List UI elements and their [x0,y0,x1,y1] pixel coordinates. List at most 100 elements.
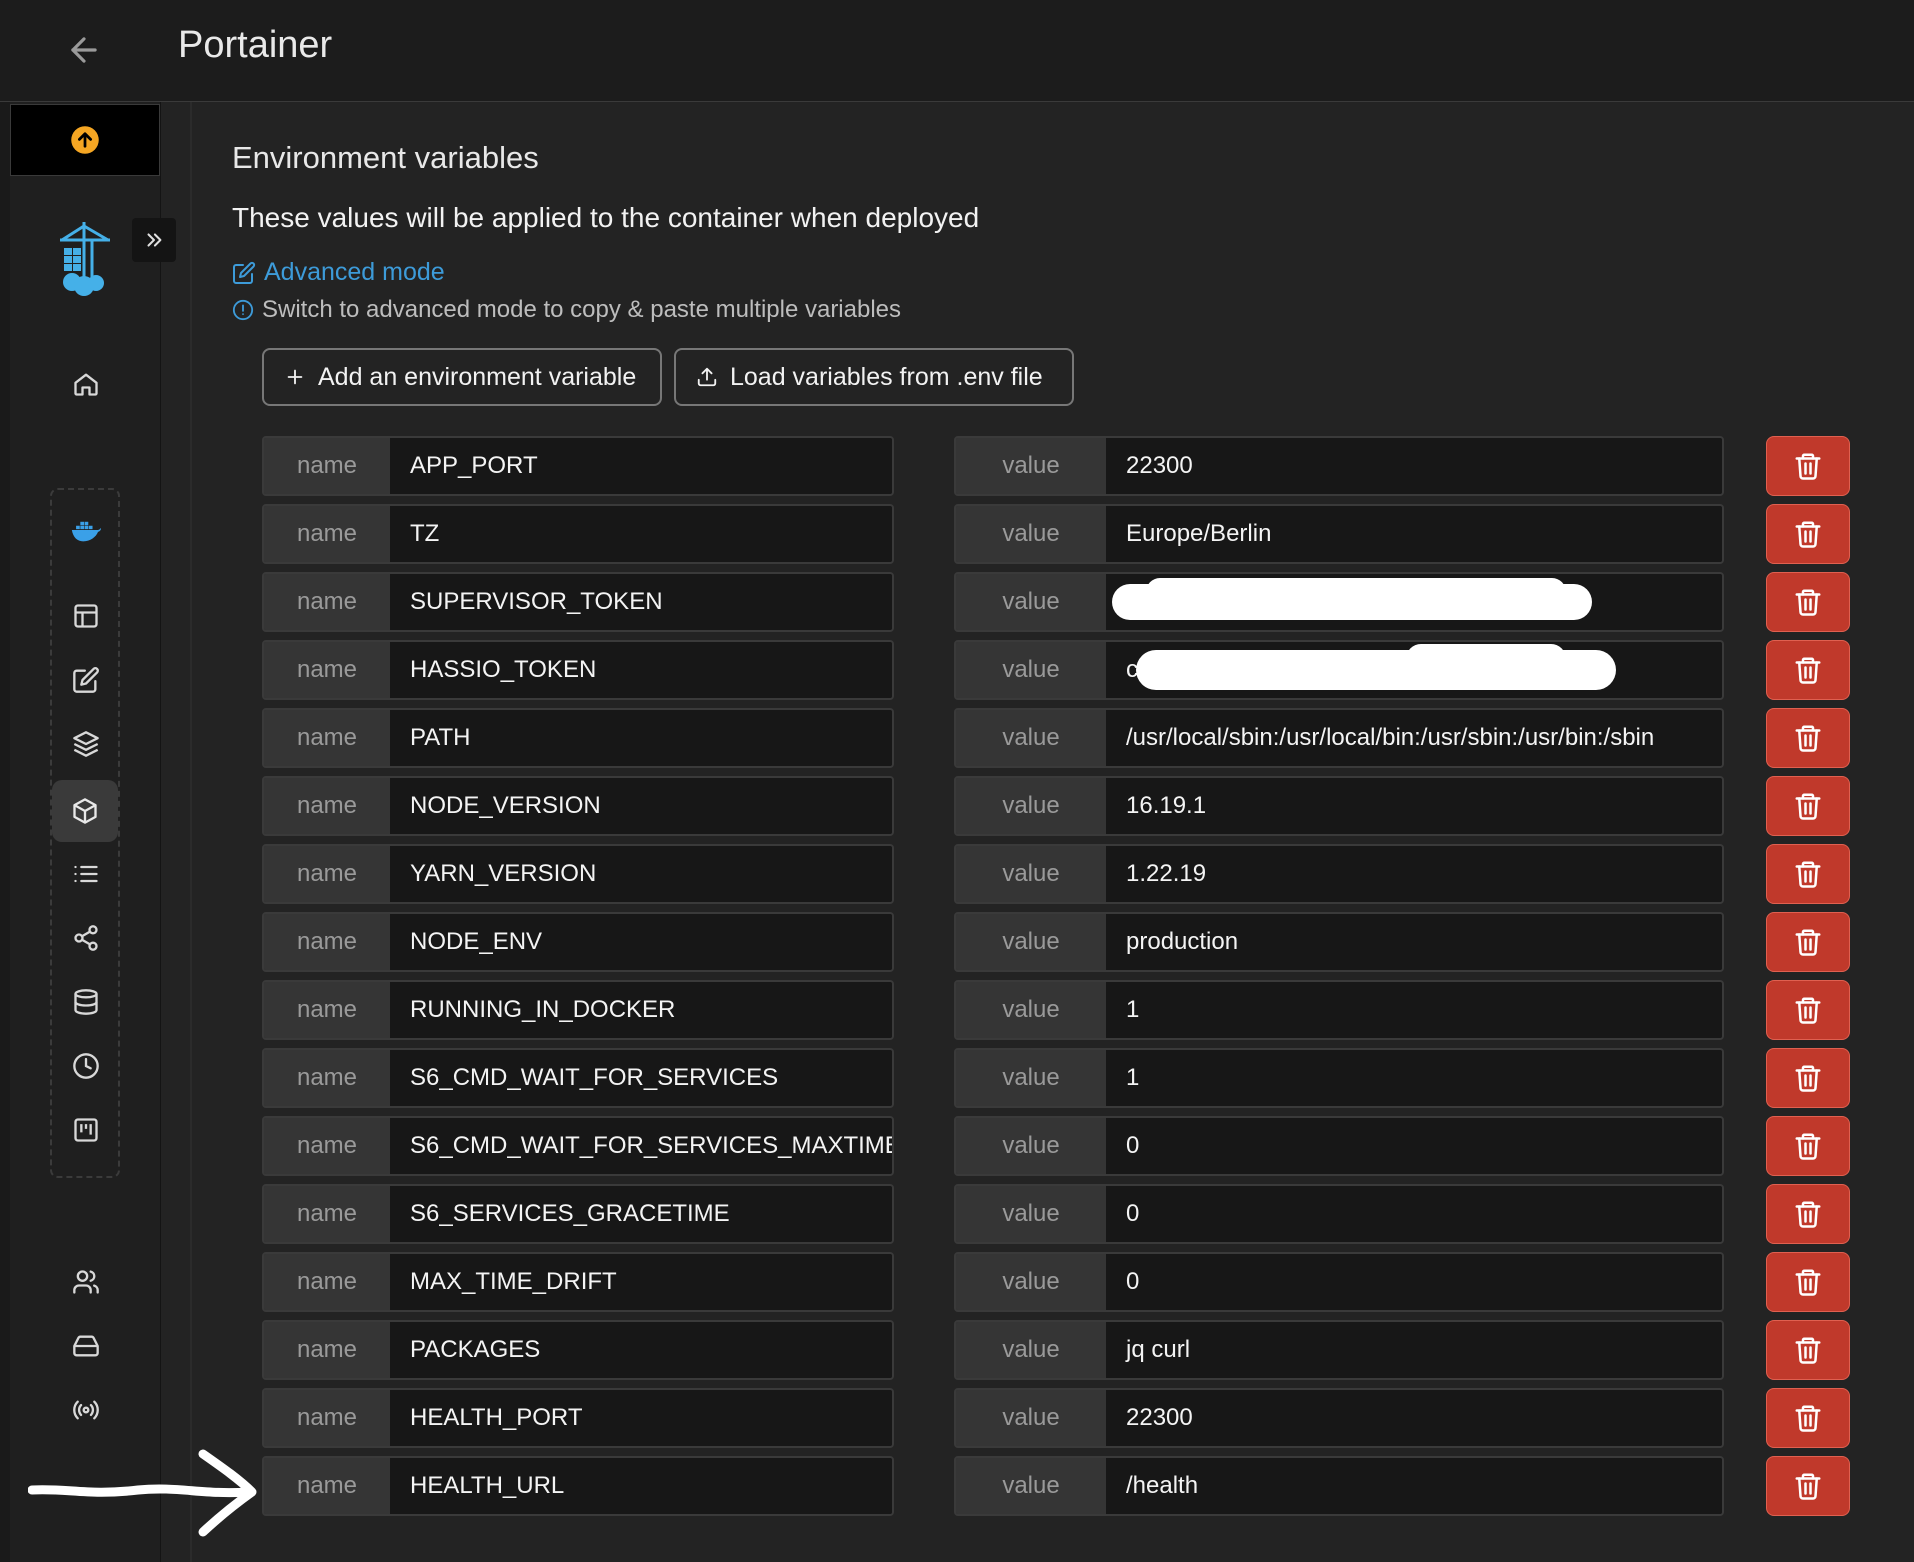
arrow-up-circle-icon [71,126,99,154]
env-value-group: value 22300 [954,1388,1724,1448]
env-value-input[interactable]: cz [1106,642,1722,698]
nav-networks[interactable] [58,910,114,966]
env-name-input[interactable]: MAX_TIME_DRIFT [390,1254,892,1310]
delete-env-variable-button[interactable] [1766,1320,1850,1380]
env-name-input[interactable]: APP_PORT [390,438,892,494]
nav-home[interactable] [58,356,114,412]
env-value-group: value 0 [954,1116,1724,1176]
clock-icon [73,1053,99,1079]
env-name-input[interactable]: S6_CMD_WAIT_FOR_SERVICES_MAXTIME [390,1118,892,1174]
env-value-input[interactable]: 0 [1106,1186,1722,1242]
docker-icon [71,521,101,542]
nav-images[interactable] [58,846,114,902]
delete-env-variable-button[interactable] [1766,844,1850,904]
nav-templates[interactable] [58,652,114,708]
delete-env-variable-button[interactable] [1766,1252,1850,1312]
env-variable-row: name APP_PORT value 22300 [262,436,1902,504]
env-name-input[interactable]: RUNNING_IN_DOCKER [390,982,892,1038]
nav-environments[interactable] [58,1318,114,1374]
value-addon: value [956,1186,1106,1242]
back-button[interactable] [56,22,112,78]
env-name-input[interactable]: HEALTH_PORT [390,1390,892,1446]
value-addon: value [956,914,1106,970]
env-value-input[interactable]: 22300 [1106,438,1722,494]
trash-icon [1795,589,1821,616]
value-addon: value [956,778,1106,834]
nav-events[interactable] [58,1038,114,1094]
name-addon: name [264,438,390,494]
env-value-input[interactable]: 22300 [1106,1390,1722,1446]
env-name-input[interactable]: TZ [390,506,892,562]
env-name-group: name APP_PORT [262,436,894,496]
nav-stacks[interactable] [58,716,114,772]
portainer-logo[interactable] [54,218,118,298]
env-value-input[interactable]: production [1106,914,1722,970]
delete-env-variable-button[interactable] [1766,980,1850,1040]
nav-containers[interactable] [52,780,118,842]
env-variable-row: name S6_SERVICES_GRACETIME value 0 [262,1184,1902,1252]
env-value-input[interactable]: 0 [1106,1118,1722,1174]
trash-icon [1795,1133,1821,1160]
env-variable-row: name RUNNING_IN_DOCKER value 1 [262,980,1902,1048]
trash-icon [1795,1269,1821,1296]
env-name-input[interactable]: SUPERVISOR_TOKEN [390,574,892,630]
env-name-group: name YARN_VERSION [262,844,894,904]
double-chevron-right-icon [147,233,162,247]
nav-host[interactable] [58,1102,114,1158]
env-name-input[interactable]: PACKAGES [390,1322,892,1378]
trash-icon [1795,1337,1821,1364]
add-env-variable-button[interactable]: Add an environment variable [262,348,662,406]
cube-icon [73,798,97,824]
env-name-input[interactable]: HASSIO_TOKEN [390,642,892,698]
load-env-file-button[interactable]: Load variables from .env file [674,348,1074,406]
env-value-input[interactable] [1106,574,1722,630]
name-addon: name [264,1254,390,1310]
env-value-input[interactable]: 1 [1106,1050,1722,1106]
delete-env-variable-button[interactable] [1766,504,1850,564]
expand-sidebar-button[interactable] [132,218,176,262]
trash-icon [1795,997,1821,1024]
delete-env-variable-button[interactable] [1766,1456,1850,1516]
value-addon: value [956,1118,1106,1174]
delete-env-variable-button[interactable] [1766,1388,1850,1448]
env-value-group: value 0 [954,1252,1724,1312]
nav-dashboard[interactable] [58,588,114,644]
update-notice[interactable] [10,104,160,176]
nav-users[interactable] [58,1254,114,1310]
env-name-input[interactable]: NODE_ENV [390,914,892,970]
env-value-input[interactable]: 1.22.19 [1106,846,1722,902]
info-icon [232,299,254,321]
advanced-mode-link[interactable]: Advanced mode [232,258,445,287]
env-value-group: value 16.19.1 [954,776,1724,836]
delete-env-variable-button[interactable] [1766,776,1850,836]
env-value-input[interactable]: 0 [1106,1254,1722,1310]
delete-env-variable-button[interactable] [1766,640,1850,700]
nav-docker[interactable] [58,502,114,558]
delete-env-variable-button[interactable] [1766,1116,1850,1176]
env-value-input[interactable]: Europe/Berlin [1106,506,1722,562]
delete-env-variable-button[interactable] [1766,436,1850,496]
env-name-input[interactable]: S6_SERVICES_GRACETIME [390,1186,892,1242]
nav-edge-compute[interactable] [58,1382,114,1438]
env-name-input[interactable]: S6_CMD_WAIT_FOR_SERVICES [390,1050,892,1106]
env-value-input[interactable]: 16.19.1 [1106,778,1722,834]
env-name-input[interactable]: PATH [390,710,892,766]
delete-env-variable-button[interactable] [1766,1184,1850,1244]
delete-env-variable-button[interactable] [1766,1048,1850,1108]
name-addon: name [264,1118,390,1174]
delete-env-variable-button[interactable] [1766,572,1850,632]
delete-env-variable-button[interactable] [1766,708,1850,768]
env-value-input[interactable]: jq curl [1106,1322,1722,1378]
env-name-input[interactable]: YARN_VERSION [390,846,892,902]
env-value-input[interactable]: /usr/local/sbin:/usr/local/bin:/usr/sbin… [1106,710,1722,766]
env-variable-row: name MAX_TIME_DRIFT value 0 [262,1252,1902,1320]
delete-env-variable-button[interactable] [1766,912,1850,972]
env-name-input[interactable]: NODE_VERSION [390,778,892,834]
env-variable-row: name HEALTH_PORT value 22300 [262,1388,1902,1456]
arrow-left-icon [71,37,97,63]
nav-volumes[interactable] [58,974,114,1030]
env-value-input[interactable]: /health [1106,1458,1722,1514]
trash-icon [1795,725,1821,752]
env-name-input[interactable]: HEALTH_URL [390,1458,892,1514]
env-value-input[interactable]: 1 [1106,982,1722,1038]
